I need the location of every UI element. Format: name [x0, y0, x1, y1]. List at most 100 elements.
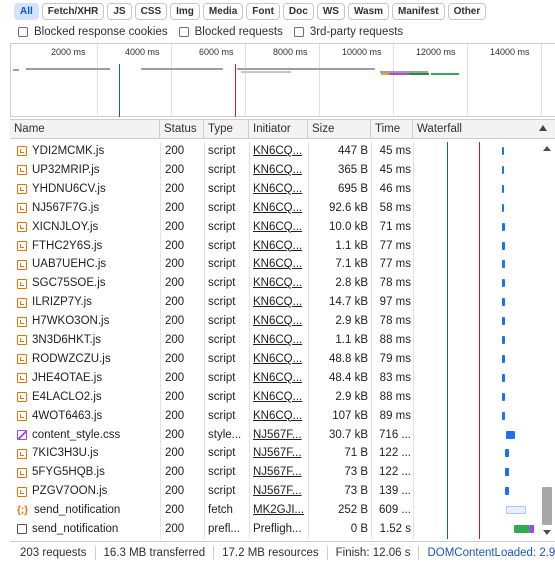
scroll-up-arrow-icon[interactable]: [543, 146, 551, 151]
filter-chip-doc[interactable]: Doc: [282, 3, 314, 20]
checkbox-box[interactable]: [293, 27, 304, 37]
time-cell: 122 ...: [379, 447, 411, 460]
table-row[interactable]: YHDNU6CV.js 200 script KN6CQ... 695 B 46 ms: [10, 180, 540, 199]
initiator-link[interactable]: KN6CQ...: [253, 199, 305, 218]
column-header-time[interactable]: Time: [371, 120, 413, 139]
column-header-name[interactable]: Name: [10, 120, 160, 139]
table-row[interactable]: content_style.css 200 style... NJ567F... 30.…: [10, 426, 540, 445]
table-row[interactable]: SGC75SOE.js 200 script KN6CQ... 2.8 kB 78 ms: [10, 274, 540, 293]
table-row[interactable]: send_notification 200 prefl... Prefligh... 0…: [10, 520, 540, 539]
table-row[interactable]: YDI2MCMK.js 200 script KN6CQ... 447 B 45 ms: [10, 142, 540, 161]
type-cell: script: [208, 315, 236, 328]
time-cell: 122 ...: [379, 466, 411, 479]
stylesheet-file-icon: [17, 429, 27, 440]
type-cell: script: [208, 258, 236, 271]
preflight-document-icon: [17, 524, 27, 535]
request-name: UP32MRIP.js: [32, 163, 100, 176]
table-row[interactable]: 7KIC3H3U.js 200 script NJ567F... 71 B 122 ...: [10, 444, 540, 463]
filter-chip-js[interactable]: JS: [107, 3, 132, 20]
initiator-link[interactable]: MK2GJI...: [253, 501, 305, 520]
table-row[interactable]: UAB7UEHC.js 200 script KN6CQ... 7.1 kB 77 ms: [10, 255, 540, 274]
time-cell: 71 ms: [379, 220, 411, 233]
filter-chip-all[interactable]: All: [14, 3, 39, 20]
time-cell: 139 ...: [379, 485, 411, 498]
waterfall-timing-bar: [502, 354, 505, 363]
filter-chip-font[interactable]: Font: [246, 3, 280, 20]
initiator-link[interactable]: KN6CQ...: [253, 293, 305, 312]
table-row[interactable]: PZGV7OON.js 200 script NJ567F... 73 B 139 ...: [10, 482, 540, 501]
initiator-link[interactable]: KN6CQ...: [253, 218, 305, 237]
initiator-link[interactable]: KN6CQ...: [253, 274, 305, 293]
size-cell: 2.9 kB: [335, 390, 368, 403]
initiator-link[interactable]: KN6CQ...: [253, 255, 305, 274]
initiator-link[interactable]: KN6CQ...: [253, 350, 305, 369]
filter-chip-fetch-xhr[interactable]: Fetch/XHR: [41, 3, 105, 20]
script-file-icon: [17, 184, 27, 195]
status-cell: 200: [165, 239, 185, 252]
status-cell: 200: [165, 447, 185, 460]
table-row[interactable]: UP32MRIP.js 200 script KN6CQ... 365 B 45 ms: [10, 161, 540, 180]
table-row[interactable]: {;} send_notification 200 fetch MK2GJI... 252…: [10, 501, 540, 520]
request-count: 203 requests: [10, 545, 96, 560]
initiator-link[interactable]: KN6CQ...: [253, 237, 305, 256]
script-file-icon: [17, 259, 27, 270]
size-cell: 30.7 kB: [329, 428, 368, 441]
blocked-requests-checkbox[interactable]: Blocked requests: [178, 26, 283, 38]
filter-chip-css[interactable]: CSS: [134, 3, 168, 20]
table-row[interactable]: E4LACLO2.js 200 script KN6CQ... 2.9 kB 88 ms: [10, 388, 540, 407]
network-overview-timeline[interactable]: 2000 ms 4000 ms 6000 ms 8000 ms 10000 ms…: [10, 43, 555, 117]
status-cell: 200: [165, 352, 185, 365]
column-header-type[interactable]: Type: [204, 120, 249, 139]
status-cell: 200: [165, 145, 185, 157]
sort-ascending-icon[interactable]: [539, 125, 547, 131]
checkbox-box[interactable]: [178, 27, 189, 37]
column-header-initiator[interactable]: Initiator: [249, 120, 308, 139]
column-header-waterfall[interactable]: Waterfall: [413, 120, 555, 139]
checkbox-box[interactable]: [18, 27, 28, 37]
filter-chip-media[interactable]: Media: [202, 3, 244, 20]
column-header-size[interactable]: Size: [308, 120, 371, 139]
request-name-cell: 4WOT6463.js: [17, 407, 167, 426]
filter-chip-manifest[interactable]: Manifest: [392, 3, 445, 20]
waterfall-label: Waterfall: [417, 123, 462, 135]
table-row[interactable]: NJ567F7G.js 200 script KN6CQ... 92.6 kB 58 ms: [10, 199, 540, 218]
blocked-response-cookies-checkbox[interactable]: Blocked response cookies: [18, 26, 168, 38]
filter-chip-wasm[interactable]: Wasm: [347, 3, 390, 20]
waterfall-timing-bar: [502, 411, 505, 420]
initiator-link[interactable]: NJ567F...: [253, 463, 305, 482]
initiator-link[interactable]: KN6CQ...: [253, 142, 305, 161]
script-file-icon: [17, 146, 27, 157]
scrollbar-thumb[interactable]: [542, 487, 552, 525]
table-row[interactable]: 3N3D6HKT.js 200 script KN6CQ... 1.1 kB 88 ms: [10, 331, 540, 350]
table-row[interactable]: H7WKO3ON.js 200 script KN6CQ... 2.9 kB 78 ms: [10, 312, 540, 331]
initiator-link[interactable]: KN6CQ...: [253, 161, 305, 180]
request-name-cell: JHE4OTAE.js: [17, 369, 167, 388]
size-cell: 48.8 kB: [329, 352, 368, 365]
initiator-link[interactable]: NJ567F...: [253, 426, 305, 445]
initiator-link[interactable]: KN6CQ...: [253, 331, 305, 350]
initiator-link[interactable]: KN6CQ...: [253, 312, 305, 331]
time-cell: 78 ms: [379, 277, 411, 290]
table-row[interactable]: 4WOT6463.js 200 script KN6CQ... 107 kB 89 ms: [10, 407, 540, 426]
initiator-link[interactable]: KN6CQ...: [253, 388, 305, 407]
filter-chip-other[interactable]: Other: [447, 3, 487, 20]
column-header-status[interactable]: Status: [160, 120, 204, 139]
initiator-link[interactable]: KN6CQ...: [253, 407, 305, 426]
initiator-link[interactable]: NJ567F...: [253, 444, 305, 463]
time-cell: 77 ms: [379, 239, 411, 252]
scroll-down-arrow-icon[interactable]: [543, 530, 551, 535]
initiator-link[interactable]: KN6CQ...: [253, 369, 305, 388]
third-party-requests-checkbox[interactable]: 3rd-party requests: [293, 26, 403, 38]
initiator-link[interactable]: NJ567F...: [253, 482, 305, 501]
initiator-link[interactable]: KN6CQ...: [253, 180, 305, 199]
filter-chip-ws[interactable]: WS: [316, 3, 345, 20]
request-name-cell: send_notification: [17, 520, 167, 539]
filter-chip-img[interactable]: Img: [170, 3, 200, 20]
table-row[interactable]: XICNJLOY.js 200 script KN6CQ... 10.0 kB 71 ms: [10, 218, 540, 237]
table-row[interactable]: RODWZCZU.js 200 script KN6CQ... 48.8 kB 79 ms: [10, 350, 540, 369]
table-scrollbar[interactable]: [540, 142, 555, 539]
table-row[interactable]: FTHC2Y6S.js 200 script KN6CQ... 1.1 kB 77 ms: [10, 237, 540, 256]
table-row[interactable]: JHE4OTAE.js 200 script KN6CQ... 48.4 kB 83 ms: [10, 369, 540, 388]
table-row[interactable]: 5FYG5HQB.js 200 script NJ567F... 73 B 122 ...: [10, 463, 540, 482]
table-row[interactable]: ILRIZP7Y.js 200 script KN6CQ... 14.7 kB 97 ms: [10, 293, 540, 312]
